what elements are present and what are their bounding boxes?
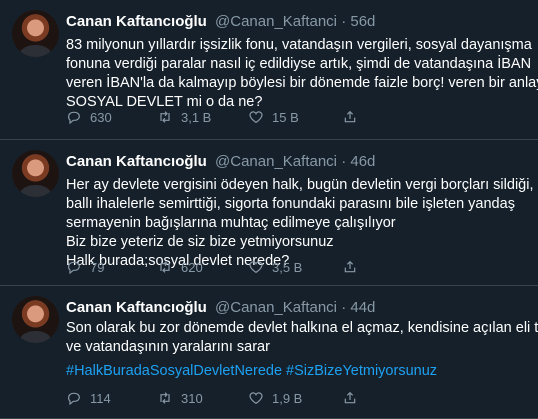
- tweet-text-line: sermayenin bağışlarına muhtaç edilmeye ç…: [66, 215, 396, 231]
- reply-button[interactable]: 79: [66, 259, 104, 275]
- like-count: 1,9 B: [272, 390, 303, 406]
- retweet-count: 3,1 B: [181, 109, 212, 125]
- share-icon: [344, 391, 356, 404]
- retweet-count: 620: [181, 259, 203, 275]
- reply-count: 630: [90, 109, 112, 125]
- retweet-icon: [160, 392, 170, 404]
- retweet-button[interactable]: 3,1 B: [157, 109, 211, 125]
- tweet-text: Son olarak bu zor dönemde devlet halkına…: [66, 319, 538, 357]
- tweet-actions: 630 3,1 B 15 B: [66, 109, 486, 127]
- tweet-actions: 114 310 1,9 B: [66, 390, 486, 408]
- avatar[interactable]: [12, 10, 59, 57]
- reply-button[interactable]: 630: [66, 109, 112, 125]
- tweet-text-line: veren İBAN'la da kalmayıp böylesi bir dö…: [66, 75, 538, 91]
- tweet-text: Her ay devlete vergisini ödeyen halk, bu…: [66, 176, 534, 271]
- like-button[interactable]: 3,5 B: [248, 259, 302, 275]
- like-button[interactable]: 1,9 B: [248, 390, 302, 406]
- like-icon: [249, 111, 263, 124]
- author-handle[interactable]: @Canan_Kaftanci: [215, 13, 337, 30]
- author-name[interactable]: Canan Kaftancıoğlu: [66, 153, 207, 170]
- share-icon: [344, 260, 356, 273]
- tweet-header: Canan Kaftancıoğlu @Canan_Kaftanci · 56d: [66, 13, 375, 30]
- tweet-text-line: ve vatandaşının yaralarını sarar: [66, 339, 270, 355]
- separator: ·: [341, 299, 347, 316]
- tweet-text-line: Son olarak bu zor dönemde devlet halkına…: [66, 320, 538, 336]
- tweet-actions: 79 620 3,5 B: [66, 259, 486, 277]
- retweet-icon: [160, 111, 170, 123]
- tweet-header: Canan Kaftancıoğlu @Canan_Kaftanci · 46d: [66, 153, 375, 170]
- reply-icon: [68, 111, 80, 125]
- retweet-button[interactable]: 620: [157, 259, 203, 275]
- share-button[interactable]: [342, 390, 358, 406]
- reply-button[interactable]: 114: [66, 390, 111, 406]
- tweet-text-line: Her ay devlete vergisini ödeyen halk, bu…: [66, 177, 534, 193]
- share-icon: [344, 110, 356, 123]
- retweet-button[interactable]: 310: [157, 390, 203, 406]
- tweet-header: Canan Kaftancıoğlu @Canan_Kaftanci · 44d: [66, 299, 375, 316]
- avatar[interactable]: [12, 150, 59, 197]
- tweet-text: 83 milyonun yıllardır işsizlik fonu, vat…: [66, 36, 538, 112]
- tweet[interactable]: Canan Kaftancıoğlu @Canan_Kaftanci · 56d…: [0, 0, 538, 140]
- reply-icon: [68, 392, 80, 406]
- like-button[interactable]: 15 B: [248, 109, 299, 125]
- like-count: 15 B: [272, 109, 299, 125]
- tweet-text-line: 83 milyonun yıllardır işsizlik fonu, vat…: [66, 37, 532, 53]
- avatar[interactable]: [12, 296, 59, 343]
- author-handle[interactable]: @Canan_Kaftanci: [215, 153, 337, 170]
- hashtag-links[interactable]: #HalkBuradaSosyalDevletNerede #SizBizeYe…: [66, 363, 437, 379]
- author-name[interactable]: Canan Kaftancıoğlu: [66, 299, 207, 316]
- reply-count: 79: [90, 259, 105, 275]
- tweet[interactable]: Canan Kaftancıoğlu @Canan_Kaftanci · 44d…: [0, 286, 538, 419]
- reply-icon: [68, 261, 80, 275]
- tweet-time[interactable]: 46d: [350, 153, 375, 170]
- share-button[interactable]: [342, 259, 358, 275]
- share-button[interactable]: [342, 109, 358, 125]
- tweet[interactable]: Canan Kaftancıoğlu @Canan_Kaftanci · 46d…: [0, 140, 538, 286]
- author-handle[interactable]: @Canan_Kaftanci: [215, 299, 337, 316]
- like-count: 3,5 B: [272, 259, 303, 275]
- retweet-icon: [160, 261, 170, 273]
- tweet-time[interactable]: 44d: [350, 299, 375, 316]
- reply-count: 114: [90, 390, 111, 406]
- separator: ·: [341, 153, 347, 170]
- timeline-feed: Canan Kaftancıoğlu @Canan_Kaftanci · 56d…: [0, 0, 538, 419]
- like-icon: [249, 261, 263, 274]
- tweet-text-line: fonuna verdiği paralar nasıl iç edildiys…: [66, 56, 532, 72]
- tweet-text-line: ballı ihalelerle semirttiği, sigorta fon…: [66, 196, 515, 212]
- tweet-text-line: Biz bize yeteriz de siz bize yetmiyorsun…: [66, 234, 334, 250]
- retweet-count: 310: [181, 390, 203, 406]
- separator: ·: [341, 13, 347, 30]
- like-icon: [249, 392, 263, 405]
- author-name[interactable]: Canan Kaftancıoğlu: [66, 13, 207, 30]
- tweet-time[interactable]: 56d: [350, 13, 375, 30]
